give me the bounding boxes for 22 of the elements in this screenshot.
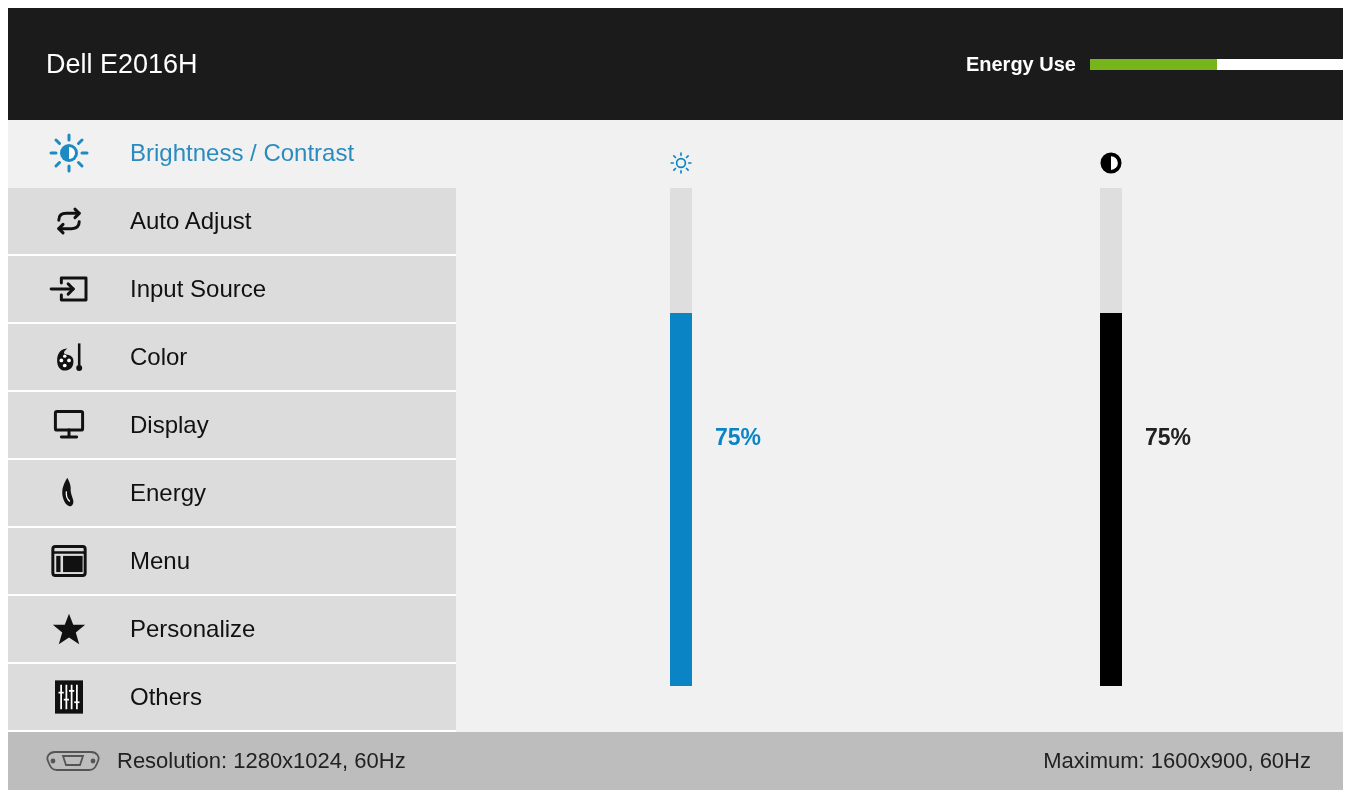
resolution-text: Resolution: 1280x1024, 60Hz: [117, 750, 406, 772]
menu-item[interactable]: Color: [8, 324, 456, 392]
contrast-icon: [1100, 152, 1122, 174]
window-panel-icon: [51, 544, 87, 578]
menu-item[interactable]: Menu: [8, 528, 456, 596]
vga-connector-icon: [45, 749, 101, 773]
maximum-resolution-text: Maximum: 1600x900, 60Hz: [1043, 750, 1311, 772]
menu-item[interactable]: Energy: [8, 460, 456, 528]
menu-item[interactable]: Personalize: [8, 596, 456, 664]
slider-track[interactable]: [670, 188, 692, 686]
menu-item[interactable]: Auto Adjust: [8, 188, 456, 256]
slider-track[interactable]: [1100, 188, 1122, 686]
energy-use-label: Energy Use: [965, 54, 1076, 74]
sliders-icon: [55, 680, 83, 714]
star-icon: [52, 612, 86, 646]
menu-item[interactable]: Display: [8, 392, 456, 460]
monitor-title: Dell E2016H: [46, 50, 198, 78]
menu-item[interactable]: Input Source: [8, 256, 456, 324]
slider-value: 75%: [1145, 425, 1192, 449]
menu-item[interactable]: Others: [8, 664, 456, 732]
slider-value: 75%: [715, 425, 762, 449]
brightness-contrast-icon: [49, 133, 89, 173]
